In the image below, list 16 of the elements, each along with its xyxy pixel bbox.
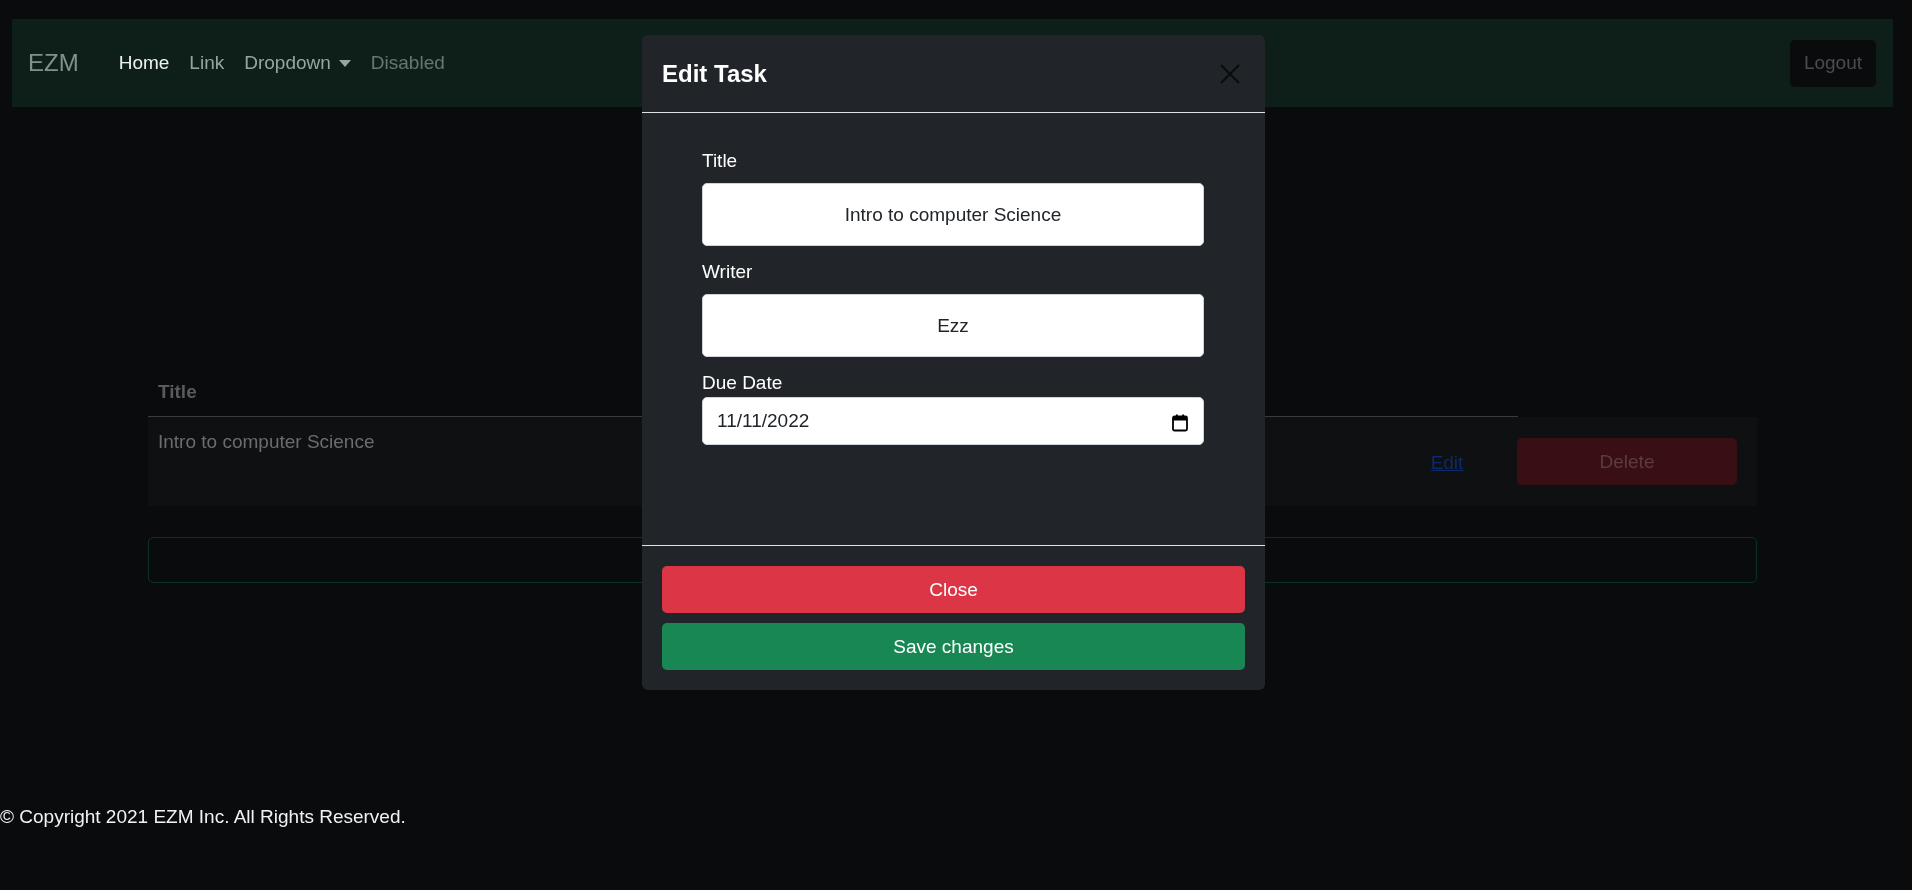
table-cell-text: Intro to computer Science <box>157 430 376 454</box>
close-button[interactable]: Close <box>662 566 1245 613</box>
nav-link[interactable]: Link <box>179 52 235 74</box>
brand-logo[interactable]: EZM <box>28 49 79 77</box>
nav-link[interactable]: Home <box>108 52 180 74</box>
caret-icon <box>338 59 351 67</box>
copyright-text: © Copyright 2021 EZM Inc. All Rights Reserved. <box>0 806 406 827</box>
calendar-icon[interactable] <box>1172 414 1188 432</box>
modal-title: Edit Task <box>662 59 767 88</box>
field-label: Writer <box>702 260 754 284</box>
date-field[interactable]: 11/11/2022 <box>702 397 1204 445</box>
dropdown-toggle[interactable]: Dropdown <box>234 52 361 74</box>
input-field[interactable]: Ezz <box>702 294 1204 357</box>
field-label: Title <box>702 149 739 173</box>
save-button[interactable]: Save changes <box>662 623 1245 670</box>
input-field[interactable]: Intro to computer Science <box>702 183 1204 246</box>
